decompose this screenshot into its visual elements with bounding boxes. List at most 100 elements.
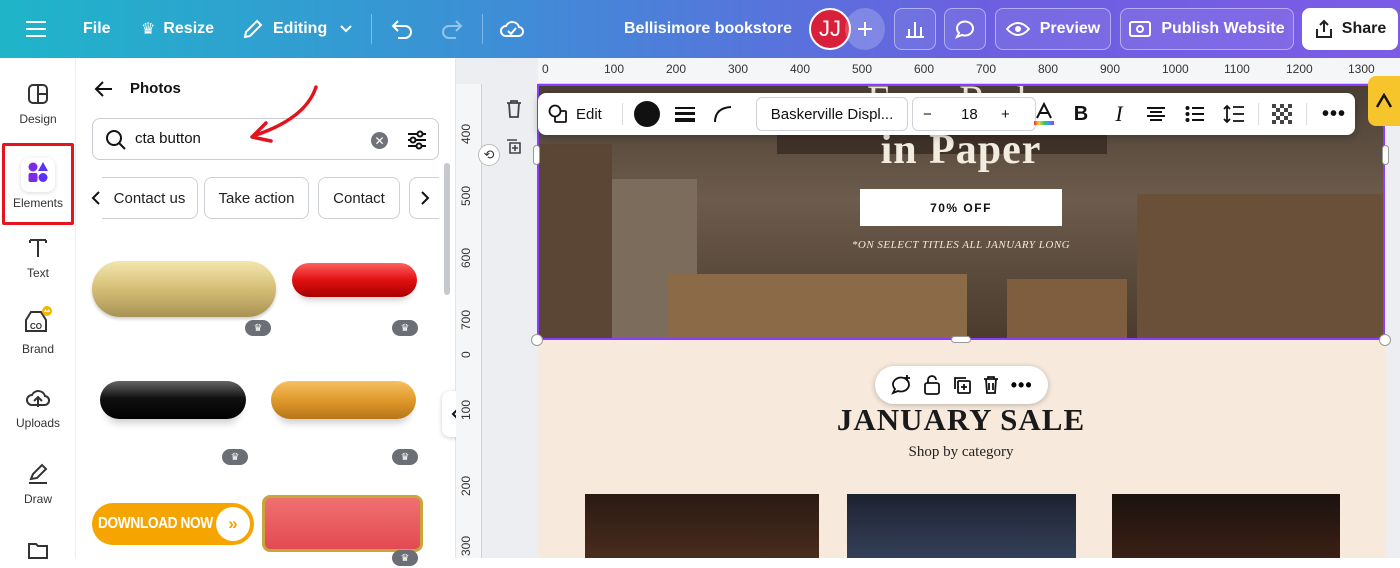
horizontal-ruler: 0 100 200 300 400 500 600 700 800 900 10… xyxy=(538,58,1400,84)
plus-icon xyxy=(858,22,872,36)
cloud-sync-icon[interactable] xyxy=(499,0,525,58)
resize-handle[interactable] xyxy=(1379,334,1391,346)
premium-crown-icon: ♛ xyxy=(245,320,271,336)
divider xyxy=(1306,103,1307,125)
double-chevron-icon: » xyxy=(216,507,250,541)
chevron-right-icon xyxy=(420,191,429,205)
rail-item-text[interactable]: Text xyxy=(0,236,76,280)
orange-pill-button-result[interactable] xyxy=(271,381,416,419)
filter-icon[interactable] xyxy=(406,129,428,151)
category-image[interactable] xyxy=(1112,494,1340,558)
share-button[interactable]: Share xyxy=(1302,8,1398,50)
redo-icon[interactable] xyxy=(440,0,464,58)
category-image[interactable] xyxy=(847,494,1076,558)
elements-panel: Photos ✕ Contact us Take action Contact … xyxy=(76,58,456,566)
font-size-stepper: − 18 + xyxy=(912,97,1036,131)
assistant-tab[interactable] xyxy=(1368,76,1400,126)
chip-contact-us[interactable]: Contact us xyxy=(102,177,198,219)
elements-icon xyxy=(21,158,55,192)
download-now-button-result[interactable]: DOWNLOAD NOW » xyxy=(92,503,254,545)
search-icon xyxy=(106,130,126,150)
premium-crown-icon: ♛ xyxy=(222,449,248,465)
undo-icon[interactable] xyxy=(390,0,414,58)
text-icon xyxy=(29,239,47,257)
font-family-select[interactable]: Baskerville Displ... xyxy=(756,97,908,131)
panel-scrollbar[interactable] xyxy=(444,163,450,295)
rotate-handle[interactable]: ⟲ xyxy=(478,144,500,166)
uploads-icon xyxy=(26,390,51,407)
chevron-down-icon xyxy=(340,25,352,33)
category-image[interactable] xyxy=(585,494,819,558)
chip-next[interactable] xyxy=(409,177,439,219)
italic-icon[interactable]: I xyxy=(1108,93,1130,135)
edit-button[interactable]: Edit xyxy=(548,93,602,135)
increase-size-button[interactable]: + xyxy=(1001,106,1010,123)
color-swatch[interactable] xyxy=(632,93,662,135)
publish-website-button[interactable]: Publish Website xyxy=(1120,8,1294,50)
design-icon xyxy=(28,84,48,104)
bar-chart-icon xyxy=(906,22,924,38)
rail-item-uploads[interactable]: Uploads xyxy=(0,386,76,430)
sale-subtitle: Shop by category xyxy=(908,444,1014,460)
back-arrow-icon[interactable] xyxy=(94,80,114,98)
decrease-size-button[interactable]: − xyxy=(923,106,932,123)
element-floating-toolbar: ••• xyxy=(875,366,1048,404)
rail-item-brand[interactable]: CO Brand xyxy=(0,306,76,356)
counter-image xyxy=(667,274,967,340)
rail-item-design[interactable]: Design xyxy=(0,82,76,126)
chip-contact[interactable]: Contact xyxy=(318,177,400,219)
trash-icon[interactable] xyxy=(982,375,1000,395)
rail-item-draw[interactable]: Draw xyxy=(0,462,76,506)
black-pill-button-result[interactable] xyxy=(100,381,246,419)
rail-item-projects[interactable] xyxy=(0,538,76,568)
resize-handle[interactable] xyxy=(531,334,543,346)
panel-title: Photos xyxy=(130,80,181,97)
resize-handle[interactable] xyxy=(951,336,971,343)
premium-crown-icon: ♛ xyxy=(392,550,418,566)
font-size-value[interactable]: 18 xyxy=(961,106,978,123)
add-page-icon[interactable] xyxy=(505,138,523,156)
gold-pill-button-result[interactable] xyxy=(92,261,276,317)
transparency-icon[interactable] xyxy=(1270,93,1294,135)
rail-item-elements[interactable]: Elements xyxy=(2,143,74,225)
align-center-icon[interactable] xyxy=(1144,93,1168,135)
duplicate-icon[interactable] xyxy=(952,375,972,395)
trash-icon[interactable] xyxy=(505,99,523,119)
red-pill-button-result[interactable] xyxy=(292,263,417,297)
bold-icon[interactable]: B xyxy=(1070,93,1092,135)
menu-icon[interactable] xyxy=(26,0,48,58)
document-title[interactable]: Bellisimore bookstore xyxy=(624,0,792,58)
insights-button[interactable] xyxy=(894,8,936,50)
color-circle xyxy=(634,101,660,127)
bookshelf-image xyxy=(1137,194,1385,340)
divider xyxy=(482,14,483,44)
brand-icon: CO xyxy=(25,306,52,332)
more-options-icon[interactable]: ••• xyxy=(1011,375,1033,396)
red-rectangle-button-result[interactable] xyxy=(262,495,423,552)
resize-button[interactable]: ♛ Resize xyxy=(141,0,214,58)
promo-button[interactable]: 70% OFF xyxy=(860,189,1062,226)
spacing-icon[interactable] xyxy=(1222,93,1246,135)
file-menu[interactable]: File xyxy=(83,0,111,58)
chip-take-action[interactable]: Take action xyxy=(204,177,309,219)
resize-handle[interactable] xyxy=(1382,145,1389,165)
chevron-left-icon[interactable] xyxy=(91,191,101,205)
comments-button[interactable] xyxy=(944,8,986,50)
preview-button[interactable]: Preview xyxy=(995,8,1111,50)
premium-crown-icon: ♛ xyxy=(392,449,418,465)
resize-handle[interactable] xyxy=(533,145,540,165)
list-icon[interactable] xyxy=(1183,93,1207,135)
more-options-icon[interactable]: ••• xyxy=(1320,93,1348,135)
editing-dropdown[interactable]: Editing xyxy=(242,0,353,58)
eye-icon xyxy=(1005,22,1030,36)
text-color-icon[interactable] xyxy=(1032,93,1056,135)
line-weight-icon[interactable] xyxy=(672,93,698,135)
svg-text:CO: CO xyxy=(30,322,42,331)
comment-plus-icon[interactable] xyxy=(890,374,912,396)
add-collaborator-button[interactable] xyxy=(845,8,885,50)
clear-icon[interactable]: ✕ xyxy=(371,132,388,149)
lock-icon[interactable] xyxy=(923,374,941,396)
comment-icon xyxy=(954,20,974,39)
share-icon xyxy=(1315,19,1332,38)
curve-icon[interactable] xyxy=(710,93,736,135)
